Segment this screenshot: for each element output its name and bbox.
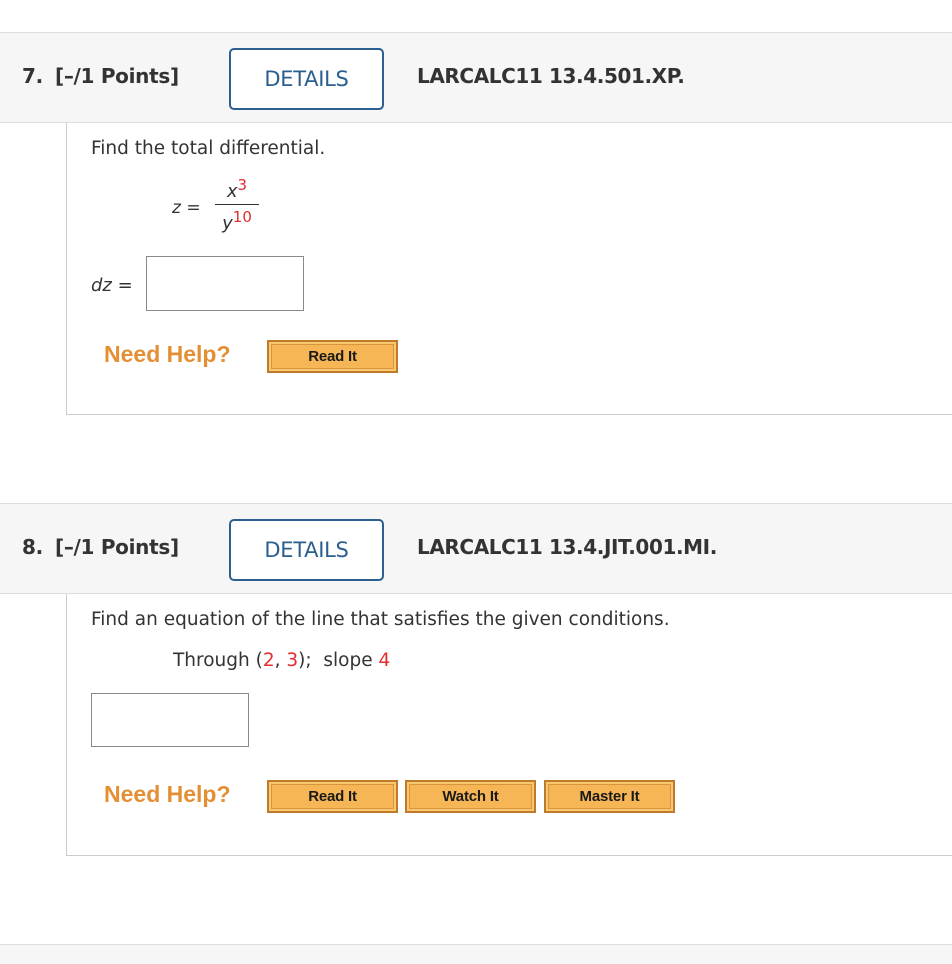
numerator-exponent: 3 <box>237 176 248 194</box>
denominator-exponent: 10 <box>232 208 252 226</box>
question-code: LARCALC11 13.4.JIT.001.MI. <box>417 535 717 559</box>
slope-label: slope <box>323 650 373 671</box>
through-label: Through ( <box>173 650 263 671</box>
question-number: 7. <box>22 64 43 88</box>
read-it-button[interactable]: Read It <box>267 780 398 813</box>
fraction-bar <box>215 204 259 205</box>
point-separator: , <box>274 650 287 671</box>
line-equation-input[interactable] <box>91 693 249 747</box>
question-7-header: 7. [–/1 Points] DETAILS LARCALC11 13.4.5… <box>0 32 952 123</box>
equation-fraction: x3 y10 <box>215 175 259 234</box>
numerator-base: x <box>226 181 238 202</box>
question-number: 8. <box>22 535 43 559</box>
fraction-denominator: y10 <box>222 207 252 234</box>
need-help-label: Need Help? <box>104 341 231 367</box>
question-points: [–/1 Points] <box>55 535 179 559</box>
next-question-header <box>0 944 952 964</box>
need-help-label: Need Help? <box>104 781 231 807</box>
watch-it-button[interactable]: Watch It <box>405 780 536 813</box>
master-it-button[interactable]: Master It <box>544 780 675 813</box>
question-8-body: Find an equation of the line that satisf… <box>66 594 952 856</box>
point-x: 2 <box>262 650 275 671</box>
read-it-button[interactable]: Read It <box>267 340 398 373</box>
details-button[interactable]: DETAILS <box>229 519 384 581</box>
question-code: LARCALC11 13.4.501.XP. <box>417 64 685 88</box>
details-button[interactable]: DETAILS <box>229 48 384 110</box>
question-points: [–/1 Points] <box>55 64 179 88</box>
question-prompt: Find the total differential. <box>91 138 326 159</box>
equation-lhs: z = <box>172 198 201 218</box>
denominator-base: y <box>222 213 233 234</box>
point-close: ); <box>298 650 312 671</box>
line-condition: Through (2, 3); slope 4 <box>173 650 390 671</box>
answer-label: dz = <box>91 275 133 296</box>
dz-answer-input[interactable] <box>146 256 304 311</box>
question-7-body: Find the total differential. z = x3 y10 … <box>66 123 952 415</box>
question-8-header: 8. [–/1 Points] DETAILS LARCALC11 13.4.J… <box>0 503 952 594</box>
slope-value: 4 <box>378 650 391 671</box>
fraction-numerator: x3 <box>227 175 247 202</box>
question-prompt: Find an equation of the line that satisf… <box>91 609 670 630</box>
point-y: 3 <box>286 650 299 671</box>
